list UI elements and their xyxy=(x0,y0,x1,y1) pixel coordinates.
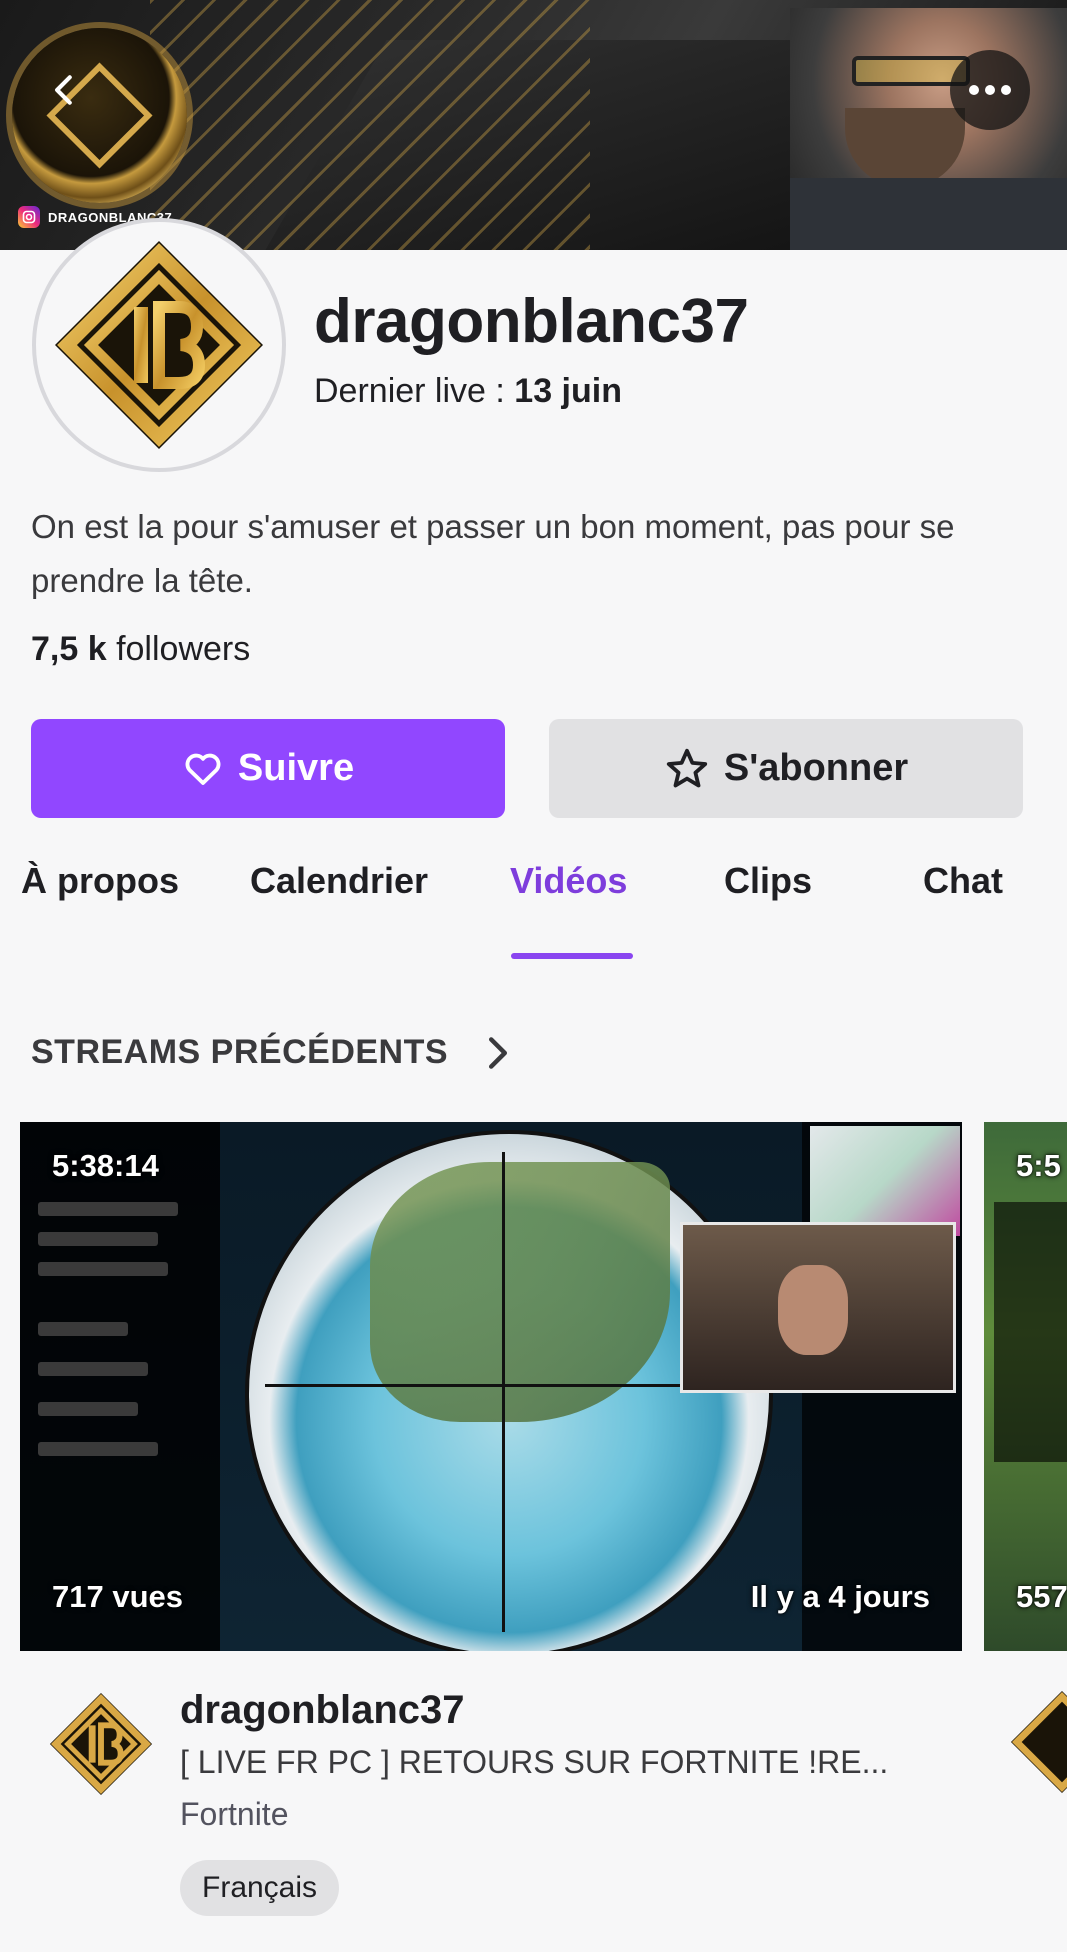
tab-clips[interactable]: Clips xyxy=(724,860,812,902)
channel-banner: DRAGONBLANC37 xyxy=(0,0,1067,250)
tab-videos[interactable]: Vidéos xyxy=(510,860,627,902)
follow-button[interactable]: Suivre xyxy=(31,719,505,818)
banner-photo-shirt xyxy=(790,178,1067,250)
video-channel-name[interactable]: dragonblanc37 xyxy=(180,1688,465,1733)
last-live: Dernier live : 13 juin xyxy=(314,372,622,411)
back-button[interactable] xyxy=(35,60,95,120)
followers-label: followers xyxy=(106,630,251,668)
follow-label: Suivre xyxy=(237,747,355,789)
video-views: 717 vues xyxy=(52,1579,183,1614)
next-video-channel-avatar[interactable] xyxy=(1008,1688,1067,1800)
last-live-label: Dernier live : xyxy=(314,372,515,410)
video-title[interactable]: [ LIVE FR PC ] RETOURS SUR FORTNITE !RE.… xyxy=(180,1744,888,1781)
channel-name: dragonblanc37 xyxy=(314,287,749,356)
thumbnail-left-hud xyxy=(20,1122,220,1651)
more-options-button[interactable] xyxy=(950,50,1030,130)
active-tab-indicator xyxy=(511,953,633,959)
more-dot xyxy=(1001,85,1011,95)
instagram-icon xyxy=(18,206,40,228)
webcam-face xyxy=(778,1265,848,1355)
scope-crosshair-horizontal xyxy=(265,1384,745,1387)
next-thumbnail-hud xyxy=(994,1202,1067,1462)
hud-row xyxy=(38,1402,138,1416)
video-game[interactable]: Fortnite xyxy=(180,1796,288,1833)
followers-number: 7,5 k xyxy=(31,630,107,668)
hud-row xyxy=(38,1262,168,1276)
banner-streamer-photo xyxy=(790,8,1067,250)
tab-chat[interactable]: Chat xyxy=(923,860,1003,902)
section-title: STREAMS PRÉCÉDENTS xyxy=(31,1033,449,1071)
thumbnail-minimap xyxy=(810,1126,960,1236)
video-age: Il y a 4 jours xyxy=(750,1579,930,1614)
scope-crosshair-vertical xyxy=(502,1152,505,1632)
video-channel-avatar[interactable] xyxy=(45,1688,157,1800)
video-duration: 5:38:14 xyxy=(52,1148,159,1183)
star-icon xyxy=(666,748,707,787)
followers-count: 7,5 k followers xyxy=(31,630,250,669)
past-streams-header[interactable]: STREAMS PRÉCÉDENTS xyxy=(31,1033,512,1072)
hud-row xyxy=(38,1202,178,1216)
last-live-date: 13 juin xyxy=(514,372,622,410)
more-dot xyxy=(985,85,995,95)
back-arrow-icon xyxy=(55,75,72,105)
tab-schedule[interactable]: Calendrier xyxy=(250,860,428,902)
banner-photo-beard xyxy=(845,108,965,188)
dragon-blanc-logo-small xyxy=(49,1692,153,1796)
tab-about[interactable]: À propos xyxy=(21,860,179,902)
hud-row xyxy=(38,1362,148,1376)
video-thumbnail[interactable]: 5:38:14 717 vues Il y a 4 jours xyxy=(20,1122,962,1651)
subscribe-label: S'abonner xyxy=(723,747,909,789)
subscribe-button[interactable]: S'abonner xyxy=(549,719,1023,818)
next-video-thumbnail[interactable]: 5:5 557 xyxy=(984,1122,1067,1651)
video-info: dragonblanc37 [ LIVE FR PC ] RETOURS SUR… xyxy=(0,1680,1067,1952)
channel-avatar[interactable] xyxy=(32,218,286,472)
thumbnail-terrain xyxy=(370,1162,670,1422)
next-video-views: 557 xyxy=(1016,1579,1067,1614)
hud-row xyxy=(38,1232,158,1246)
heart-icon xyxy=(185,753,221,785)
chevron-right-icon xyxy=(489,1036,508,1069)
more-dots-icon xyxy=(969,85,979,95)
dragon-blanc-logo-partial xyxy=(1010,1690,1067,1794)
channel-tabs: À propos Calendrier Vidéos Clips Chat xyxy=(0,860,1067,960)
banner-gold-stripes xyxy=(150,0,590,250)
hud-row xyxy=(38,1442,158,1456)
hud-row xyxy=(38,1322,128,1336)
dragon-blanc-logo xyxy=(55,241,263,449)
language-tag[interactable]: Français xyxy=(180,1860,340,1916)
thumbnail-webcam xyxy=(680,1222,956,1393)
next-video-duration: 5:5 xyxy=(1016,1148,1061,1183)
channel-bio: On est la pour s'amuser et passer un bon… xyxy=(31,508,955,599)
